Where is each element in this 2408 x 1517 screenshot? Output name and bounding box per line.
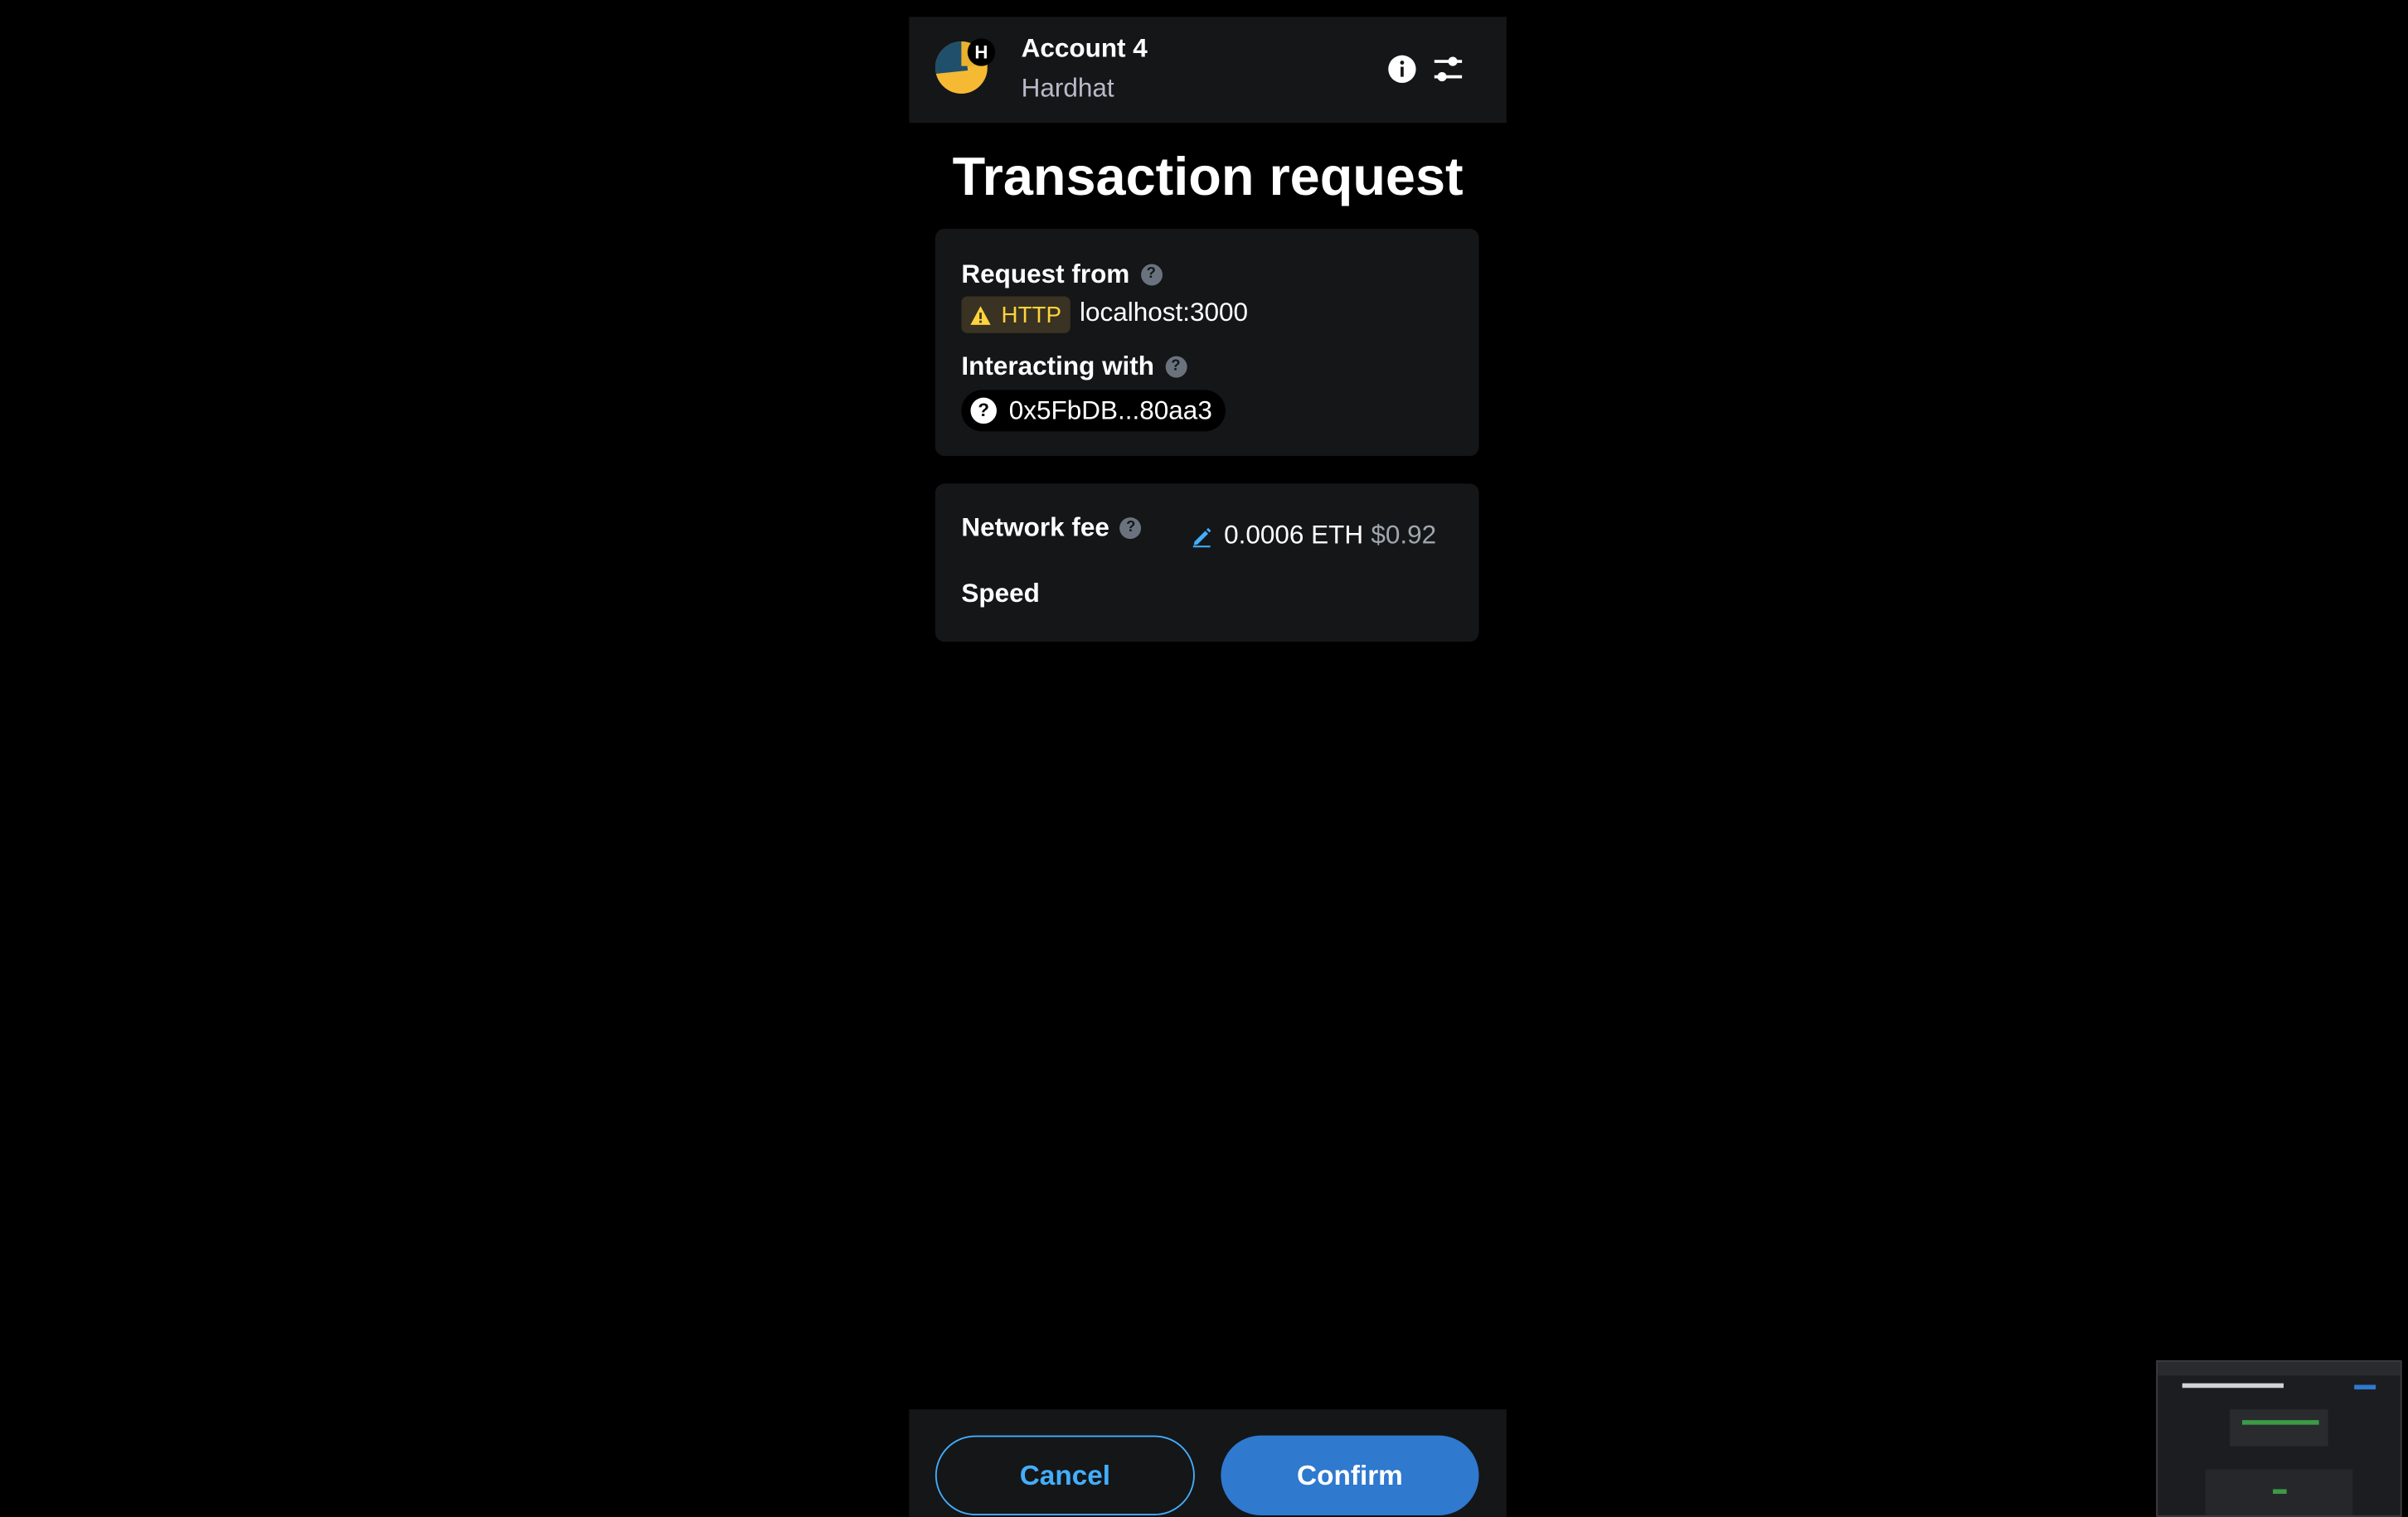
http-badge-label: HTTP: [1001, 301, 1062, 328]
fee-fiat-amount: $0.92: [1371, 520, 1437, 550]
warning-icon: [970, 305, 991, 324]
contract-address: 0x5FbDB...80aa3: [1008, 395, 1212, 425]
question-icon[interactable]: ?: [1165, 356, 1187, 378]
cancel-button[interactable]: Cancel: [935, 1435, 1195, 1515]
thumbnail-button: [2354, 1384, 2376, 1390]
request-from-label: Request from: [961, 259, 1130, 289]
question-icon[interactable]: ?: [1119, 517, 1142, 540]
info-icon[interactable]: [1386, 52, 1420, 86]
thumbnail-green-bar: [2241, 1420, 2319, 1425]
network-fee-label: Network fee: [961, 512, 1109, 542]
account-header: H Account 4 Hardhat: [909, 17, 1507, 124]
http-warning-badge[interactable]: HTTP: [961, 296, 1071, 333]
thumbnail-green-button: [2273, 1489, 2287, 1495]
speed-label: Speed: [961, 579, 1040, 608]
confirm-button[interactable]: Confirm: [1221, 1435, 1479, 1515]
network-fee-value[interactable]: 0.0006 ETH $0.92: [1190, 521, 1436, 551]
fee-card: Network fee ? 0.0006 ETH $0.92 Speed: [935, 483, 1479, 642]
question-icon[interactable]: ?: [1140, 264, 1163, 286]
sliders-icon[interactable]: [1431, 52, 1465, 86]
network-badge: H: [967, 38, 996, 66]
page-title: Transaction request: [952, 147, 1464, 208]
thumbnail-titlebar: [2158, 1361, 2401, 1376]
request-from-row: Request from ?: [961, 259, 1163, 290]
fee-eth-amount: 0.0006 ETH: [1224, 520, 1364, 550]
account-name[interactable]: Account 4: [1022, 34, 1148, 65]
contract-address-pill[interactable]: ? 0x5FbDB...80aa3: [961, 390, 1226, 432]
thumbnail-form: [2230, 1409, 2328, 1447]
request-card: Request from ? HTTP localhost:3000 Inter…: [935, 228, 1479, 457]
interacting-with-label: Interacting with: [961, 351, 1155, 381]
browser-window-thumbnail[interactable]: [2156, 1359, 2402, 1517]
stage: H Account 4 Hardhat Transaction request …: [0, 0, 2408, 1517]
network-name: Hardhat: [1021, 73, 1114, 104]
request-origin: localhost:3000: [1079, 298, 1249, 327]
thumbnail-heading: [2182, 1383, 2284, 1389]
network-fee-row: Network fee ?: [961, 512, 1142, 544]
pencil-icon[interactable]: [1190, 524, 1213, 547]
interacting-with-row: Interacting with ?: [961, 351, 1187, 382]
action-footer: Cancel Confirm: [909, 1409, 1507, 1517]
unknown-address-icon: ?: [970, 397, 997, 424]
